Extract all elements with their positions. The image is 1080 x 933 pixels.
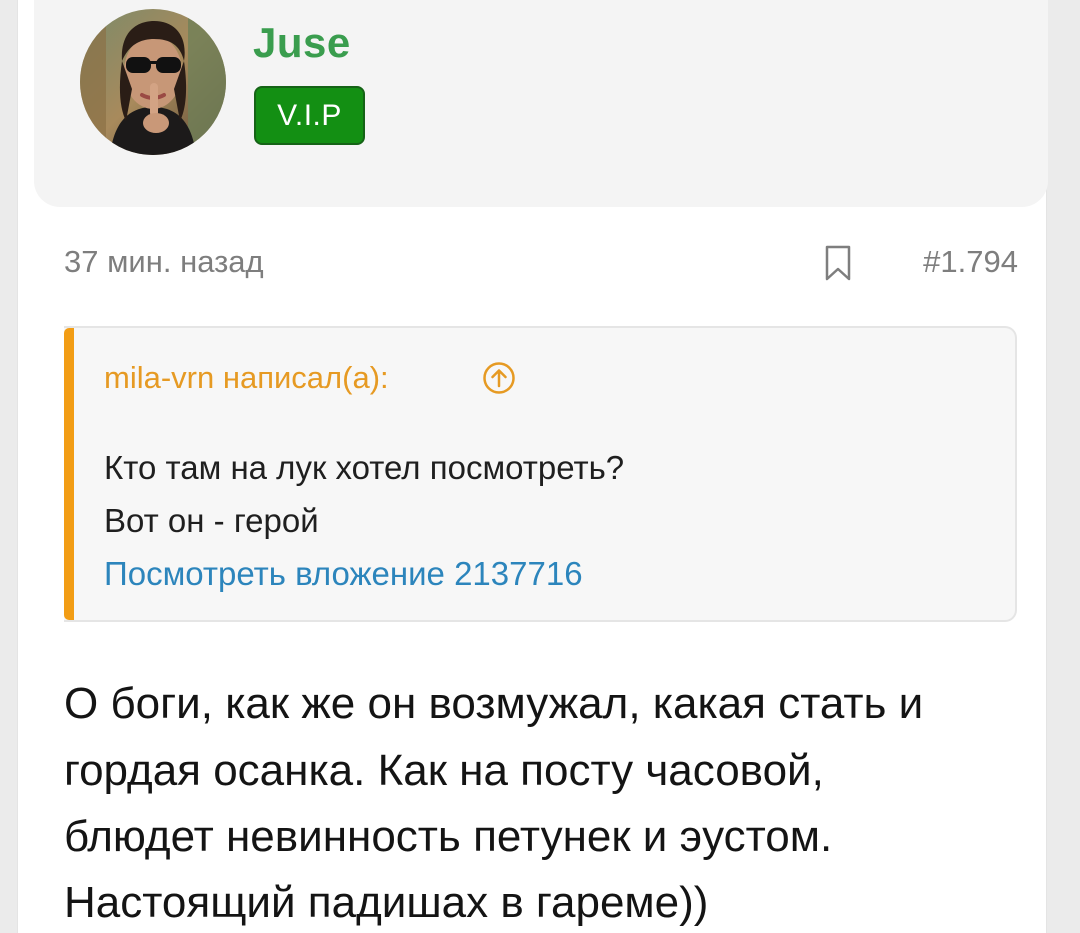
quote-author-link[interactable]: mila-vrn написал(а): <box>104 358 389 398</box>
quote-text-line: Кто там на лук хотел посмотреть? <box>104 449 625 486</box>
message-text-line: гордая осанка. Как на посту часовой, <box>64 746 824 795</box>
message-text-line: блюдет невинность петунек и эустом. <box>64 812 833 861</box>
forum-post: Juse V.I.P 37 мин. назад #1.794 mila-vrn… <box>17 0 1048 933</box>
quote-block: mila-vrn написал(а): Кто там на лук хоте… <box>64 326 1017 622</box>
bookmark-icon[interactable] <box>824 244 852 282</box>
arrow-up-circle-icon[interactable] <box>482 361 516 395</box>
avatar[interactable] <box>80 9 226 155</box>
message-text-line: Настоящий падишах в гареме)) <box>64 878 709 927</box>
message-text-line: О боги, как же он возмужал, какая стать … <box>64 679 924 728</box>
quote-accent-bar <box>64 328 74 620</box>
post-timestamp[interactable]: 37 мин. назад <box>64 240 264 284</box>
post-number-link[interactable]: #1.794 <box>898 240 1018 284</box>
username-link[interactable]: Juse <box>253 18 351 68</box>
post-author-panel: Juse V.I.P <box>34 0 1048 207</box>
quote-text-line: Вот он - герой <box>104 502 319 539</box>
user-title-badge: V.I.P <box>254 86 365 145</box>
view-attachment-link[interactable]: Посмотреть вложение 2137716 <box>104 553 583 595</box>
